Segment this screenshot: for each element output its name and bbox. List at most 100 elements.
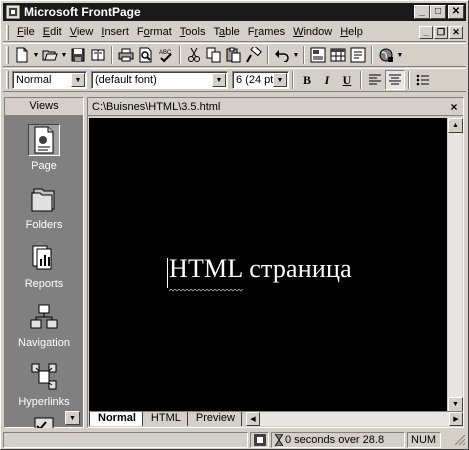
download-status-icon [250,432,269,448]
editor-canvas[interactable]: HTML страница [89,118,448,412]
folders-view-icon [28,183,60,215]
new-page-icon[interactable] [12,45,32,65]
style-select[interactable]: Normal ▼ [12,71,87,89]
toolbar-grip[interactable] [6,46,9,64]
window-title: Microsoft FrontPage [24,5,141,19]
menu-edit[interactable]: Edit [39,26,66,38]
maximize-button[interactable]: □ [430,5,446,19]
print-preview-icon[interactable] [136,45,156,65]
application-window: Microsoft FrontPage _ □ ✕ File Edit View… [0,0,469,450]
cut-icon[interactable] [184,45,204,65]
menu-file[interactable]: File [13,26,39,38]
menu-insert[interactable]: Insert [97,26,133,38]
doc-close-button[interactable]: ✕ [449,25,463,39]
font-select[interactable]: (default font) ▼ [91,71,228,89]
new-dropdown-arrow-icon[interactable]: ▼ [32,52,40,59]
align-center-icon[interactable] [385,70,405,90]
tasks-view-icon [28,416,60,428]
text-caret [167,258,168,288]
font-select-value: (default font) [95,74,157,86]
web-dropdown-arrow-icon[interactable]: ▼ [396,52,404,59]
font-size-select[interactable]: 6 (24 pt) ▼ [232,71,289,89]
bold-button[interactable]: B [297,70,317,90]
undo-dropdown-arrow-icon[interactable]: ▼ [292,52,300,59]
menu-bar: File Edit View Insert Format Tools Table… [3,23,466,42]
views-scroll-down-button[interactable]: ▼ [65,411,80,425]
menu-format[interactable]: Format [133,26,176,38]
chevron-down-icon[interactable]: ▼ [212,73,226,87]
num-lock-indicator: NUM [407,432,441,448]
horizontal-scrollbar[interactable] [259,412,449,426]
view-navigation-label: Navigation [18,337,70,349]
minimize-button[interactable]: _ [414,5,430,19]
hyperlink-icon[interactable] [348,45,368,65]
frontpage-app-icon[interactable] [6,5,20,19]
menu-frames[interactable]: Frames [244,26,289,38]
view-reports[interactable]: Reports [5,242,83,300]
toolbar-separator [267,46,269,64]
font-size-select-value: 6 (24 pt) [236,74,273,86]
spelling-icon[interactable]: ABC [156,45,176,65]
view-page[interactable]: Page [5,124,83,182]
publish-icon[interactable] [88,45,108,65]
reports-view-icon [28,242,60,274]
menu-grip[interactable] [6,24,9,40]
scroll-left-button[interactable]: ◀ [245,412,260,426]
doc-minimize-button[interactable]: _ [419,25,433,39]
scroll-up-button[interactable]: ▲ [448,118,463,133]
view-folders[interactable]: Folders [5,183,83,241]
chevron-down-icon[interactable]: ▼ [71,73,85,87]
view-hyperlinks-label: Hyperlinks [18,396,70,408]
paste-icon[interactable] [224,45,244,65]
view-navigation[interactable]: Navigation [5,301,83,359]
view-reports-label: Reports [24,278,64,290]
format-painter-icon[interactable] [244,45,264,65]
underline-button[interactable]: U [337,70,357,90]
resize-grip-icon[interactable] [454,434,466,446]
vertical-scrollbar[interactable]: ▲ ▼ [447,118,463,412]
menu-help[interactable]: Help [336,26,367,38]
open-dropdown-arrow-icon[interactable]: ▼ [60,52,68,59]
open-folder-icon[interactable] [40,45,60,65]
download-time-panel: 0 seconds over 28.8 [271,432,405,448]
tab-preview[interactable]: Preview [188,412,242,426]
page-view-icon [28,124,60,156]
toolbar-separator [371,46,373,64]
align-left-icon[interactable] [365,70,385,90]
close-button[interactable]: ✕ [448,5,464,19]
toolbar-separator [408,71,410,89]
scroll-down-button[interactable]: ▼ [448,397,463,412]
toolbar-grip[interactable] [6,71,9,89]
tab-normal[interactable]: Normal [89,412,143,426]
toolbar-separator [179,46,181,64]
navigation-view-icon [28,301,60,333]
toolbar-separator [111,46,113,64]
document-close-button[interactable]: × [447,100,461,114]
document-path: C:\Buisnes\HTML\3.5.html [92,100,221,113]
status-bar: 0 seconds over 28.8 NUM [3,431,466,449]
menu-view[interactable]: View [66,26,98,38]
document-window: C:\Buisnes\HTML\3.5.html × HTML страница… [87,97,464,428]
chevron-down-icon[interactable]: ▼ [273,73,287,87]
menu-window[interactable]: Window [289,26,336,38]
download-time-text: 0 seconds over 28.8 [285,434,385,446]
insert-component-icon[interactable] [308,45,328,65]
save-icon[interactable] [68,45,88,65]
doc-restore-button[interactable]: ❐ [434,25,448,39]
insert-table-icon[interactable] [328,45,348,65]
web-icon[interactable] [376,45,396,65]
italic-button[interactable]: I [317,70,337,90]
toolbar-separator [292,71,294,89]
scroll-right-button[interactable]: ▶ [449,412,463,426]
copy-icon[interactable] [204,45,224,65]
view-hyperlinks[interactable]: Hyperlinks [5,360,83,418]
title-bar[interactable]: Microsoft FrontPage _ □ ✕ [3,3,466,21]
undo-icon[interactable] [272,45,292,65]
bullet-list-icon[interactable] [413,70,433,90]
page-heading-text[interactable]: HTML страница [169,254,352,284]
menu-table[interactable]: Table [209,26,243,38]
tab-html[interactable]: HTML [143,412,188,426]
menu-tools[interactable]: Tools [176,26,210,38]
views-bar: Views Page Folders Reports Navigation Hy… [4,97,84,428]
print-icon[interactable] [116,45,136,65]
